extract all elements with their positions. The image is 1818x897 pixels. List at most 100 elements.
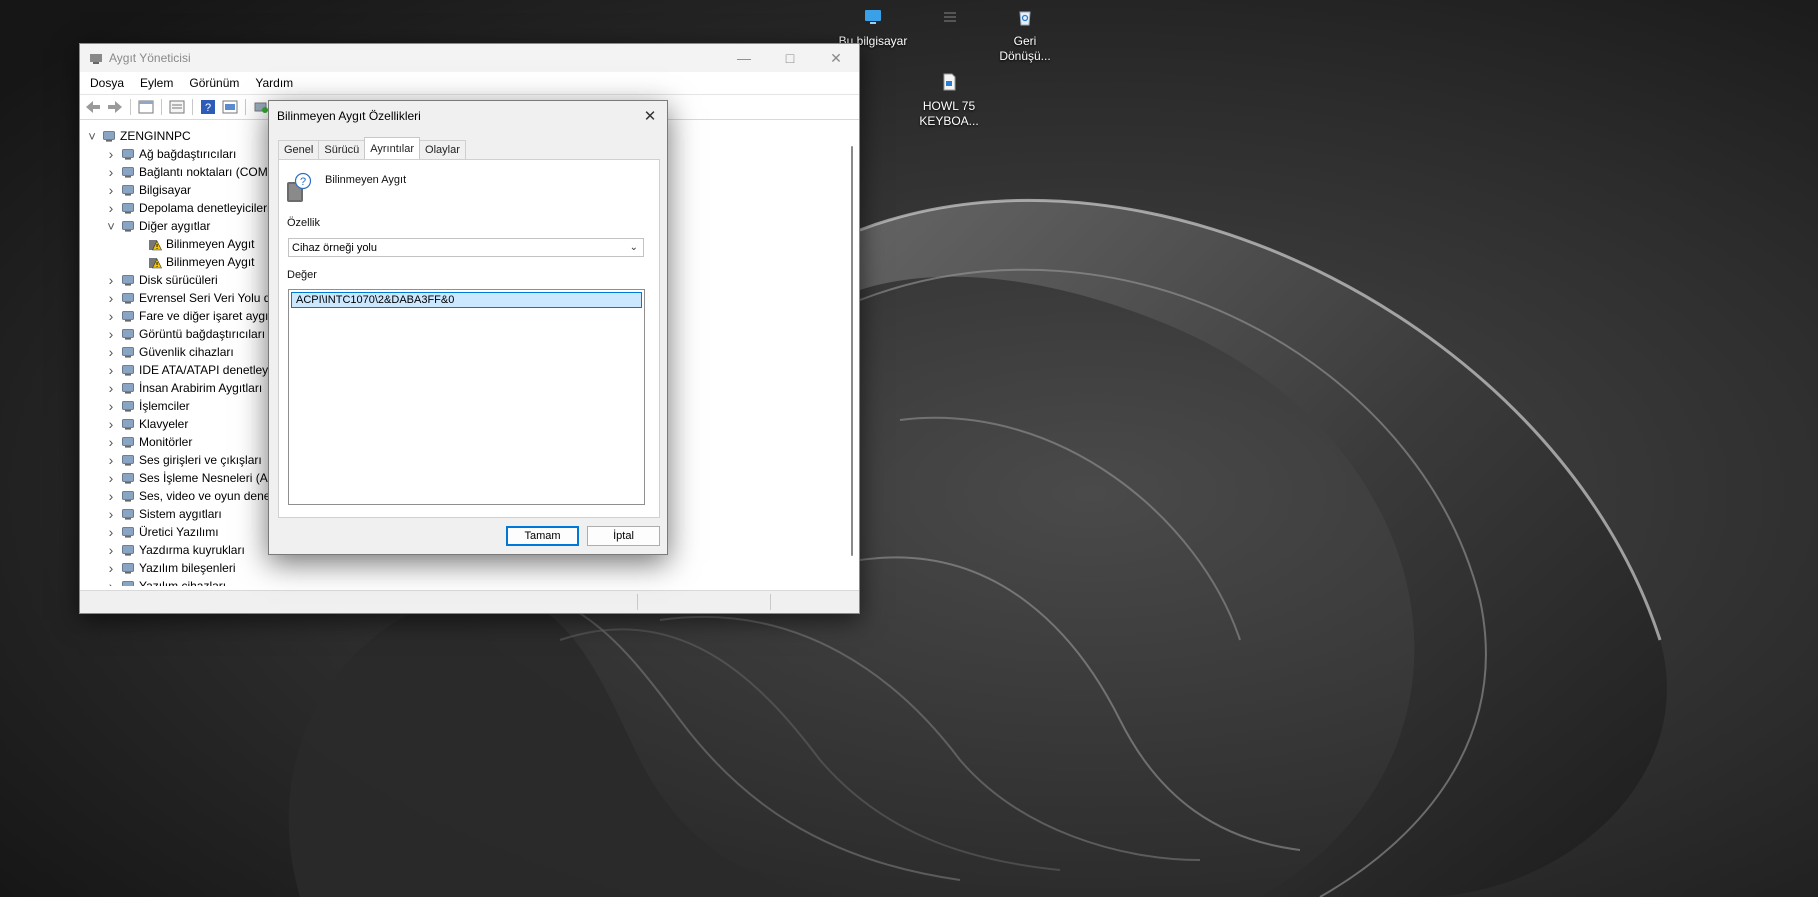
tab-general[interactable]: Genel (278, 140, 320, 159)
dialog-tabs: Genel Sürücü Ayrıntılar Olaylar (278, 137, 466, 159)
desktop-icon-recycle-bin[interactable]: Geri Dönüşü... (982, 8, 1068, 64)
status-separator (770, 594, 771, 610)
computer-icon (122, 185, 134, 196)
maximize-button[interactable]: □ (767, 44, 813, 72)
tab-events[interactable]: Olaylar (419, 140, 466, 159)
chevron-right-icon[interactable]: › (105, 308, 117, 324)
tree-item-category[interactable]: › Bilgisayar (105, 181, 191, 199)
chevron-down-icon[interactable]: ˅ (105, 219, 117, 234)
tree-item-category[interactable]: ˅ ZENGINNPC (86, 127, 190, 145)
chevron-down-icon: ⌄ (629, 242, 638, 253)
dialog-close-button[interactable]: ✕ (633, 101, 667, 131)
chevron-right-icon[interactable]: › (105, 416, 117, 432)
chevron-right-icon[interactable]: › (105, 290, 117, 306)
device-manager-titlebar[interactable]: Aygıt Yöneticisi — □ ✕ (80, 44, 859, 72)
scan-icon[interactable] (168, 98, 186, 116)
tree-item-label: Ses İşleme Nesneleri (AP (139, 471, 276, 485)
tree-item-device[interactable]: Bilinmeyen Aygıt (132, 235, 255, 253)
tree-item-category[interactable]: › Üretici Yazılımı (105, 523, 219, 541)
chevron-right-icon[interactable]: › (105, 578, 117, 586)
desktop-icon-shortcut[interactable] (907, 8, 993, 34)
desktop-icon-howl-keyboard[interactable]: HOWL 75 KEYBOA... (906, 73, 992, 129)
tree-item-category[interactable]: › Ağ bağdaştırıcıları (105, 145, 237, 163)
chevron-right-icon[interactable]: › (105, 560, 117, 576)
property-dropdown[interactable]: Cihaz örneği yolu ⌄ (288, 238, 644, 257)
chevron-right-icon[interactable]: › (105, 146, 117, 162)
chevron-right-icon[interactable]: › (105, 272, 117, 288)
tree-item-category[interactable]: › Disk sürücüleri (105, 271, 218, 289)
chevron-right-icon[interactable]: › (105, 452, 117, 468)
chevron-right-icon[interactable]: › (105, 470, 117, 486)
minimize-button[interactable]: — (721, 44, 767, 72)
tree-item-category[interactable]: › Depolama denetleyicileri (105, 199, 270, 217)
system-icon (122, 509, 134, 520)
menu-action[interactable]: Eylem (140, 76, 181, 90)
tree-item-device[interactable]: Bilinmeyen Aygıt (132, 253, 255, 271)
tab-details[interactable]: Ayrıntılar (364, 137, 421, 159)
ok-button[interactable]: Tamam (506, 526, 579, 546)
tree-item-category[interactable]: › Monitörler (105, 433, 193, 451)
display-adapter-icon (122, 329, 134, 340)
help-icon[interactable]: ? (199, 98, 217, 116)
cancel-button[interactable]: İptal (587, 526, 660, 546)
chevron-right-icon[interactable]: › (105, 380, 117, 396)
warning-device-icon (149, 240, 162, 251)
value-label: Değer (287, 269, 317, 281)
property-dropdown-value: Cihaz örneği yolu (292, 241, 377, 254)
tree-item-label: Fare ve diğer işaret aygıt (139, 309, 272, 323)
software-device-icon (122, 581, 134, 586)
value-list-item[interactable]: ACPI\INTC1070\2&DABA3FF&0 (291, 292, 642, 308)
tree-item-category[interactable]: › Bağlantı noktaları (COM (105, 163, 268, 181)
tree-item-category[interactable]: ˅ Diğer aygıtlar (105, 217, 210, 235)
close-button[interactable]: ✕ (813, 44, 859, 72)
toolbar-separator (192, 99, 193, 115)
chevron-right-icon[interactable]: › (105, 542, 117, 558)
chevron-right-icon[interactable]: › (105, 524, 117, 540)
chevron-right-icon[interactable]: › (105, 398, 117, 414)
forward-icon[interactable] (106, 98, 124, 116)
tree-item-label: Disk sürücüleri (139, 273, 218, 287)
tree-item-category[interactable]: › İşlemciler (105, 397, 190, 415)
tree-item-category[interactable]: › Evrensel Seri Veri Yolu de (105, 289, 277, 307)
menu-view[interactable]: Görünüm (189, 76, 247, 90)
back-icon[interactable] (84, 98, 102, 116)
tree-item-category[interactable]: › Yazılım bileşenleri (105, 559, 236, 577)
tree-item-category[interactable]: › Yazılım cihazları (105, 577, 226, 586)
tree-item-category[interactable]: › Ses, video ve oyun dene (105, 487, 271, 505)
chevron-right-icon[interactable]: › (105, 164, 117, 180)
monitor-icon (122, 437, 134, 448)
tree-item-category[interactable]: › IDE ATA/ATAPI denetley (105, 361, 269, 379)
desktop-icon-label: Geri Dönüşü... (999, 34, 1051, 63)
chevron-right-icon[interactable]: › (105, 200, 117, 216)
chevron-right-icon[interactable]: › (105, 344, 117, 360)
tree-item-category[interactable]: › Sistem aygıtları (105, 505, 222, 523)
chevron-right-icon[interactable]: › (105, 182, 117, 198)
tree-item-label: Diğer aygıtlar (139, 219, 211, 233)
tree-item-category[interactable]: › Ses İşleme Nesneleri (AP (105, 469, 276, 487)
speaker-icon (122, 491, 134, 502)
value-list[interactable]: ACPI\INTC1070\2&DABA3FF&0 (288, 289, 645, 505)
tree-item-category[interactable]: › Yazdırma kuyrukları (105, 541, 245, 559)
tree-item-label: Bilgisayar (139, 183, 192, 197)
chevron-down-icon[interactable]: ˅ (86, 129, 98, 144)
tree-item-category[interactable]: › Fare ve diğer işaret aygıt (105, 307, 272, 325)
tab-driver[interactable]: Sürücü (318, 140, 366, 159)
tree-item-label: Bilinmeyen Aygıt (166, 237, 255, 251)
chevron-right-icon[interactable]: › (105, 326, 117, 342)
vertical-scrollbar[interactable] (851, 146, 853, 556)
chevron-right-icon[interactable]: › (105, 488, 117, 504)
chevron-right-icon[interactable]: › (105, 362, 117, 378)
toolbar-separator (130, 99, 131, 115)
dialog-titlebar[interactable]: Bilinmeyen Aygıt Özellikleri ✕ (269, 101, 667, 131)
menu-file[interactable]: Dosya (90, 76, 132, 90)
chevron-right-icon[interactable]: › (105, 434, 117, 450)
tree-item-category[interactable]: › Klavyeler (105, 415, 189, 433)
tree-item-category[interactable]: › İnsan Arabirim Aygıtları (105, 379, 263, 397)
tree-item-category[interactable]: › Görüntü bağdaştırıcıları (105, 325, 265, 343)
properties-icon[interactable] (137, 98, 155, 116)
chevron-right-icon[interactable]: › (105, 506, 117, 522)
tree-item-category[interactable]: › Güvenlik cihazları (105, 343, 234, 361)
tree-item-category[interactable]: › Ses girişleri ve çıkışları (105, 451, 262, 469)
view-icon[interactable] (221, 98, 239, 116)
menu-help[interactable]: Yardım (255, 76, 301, 90)
